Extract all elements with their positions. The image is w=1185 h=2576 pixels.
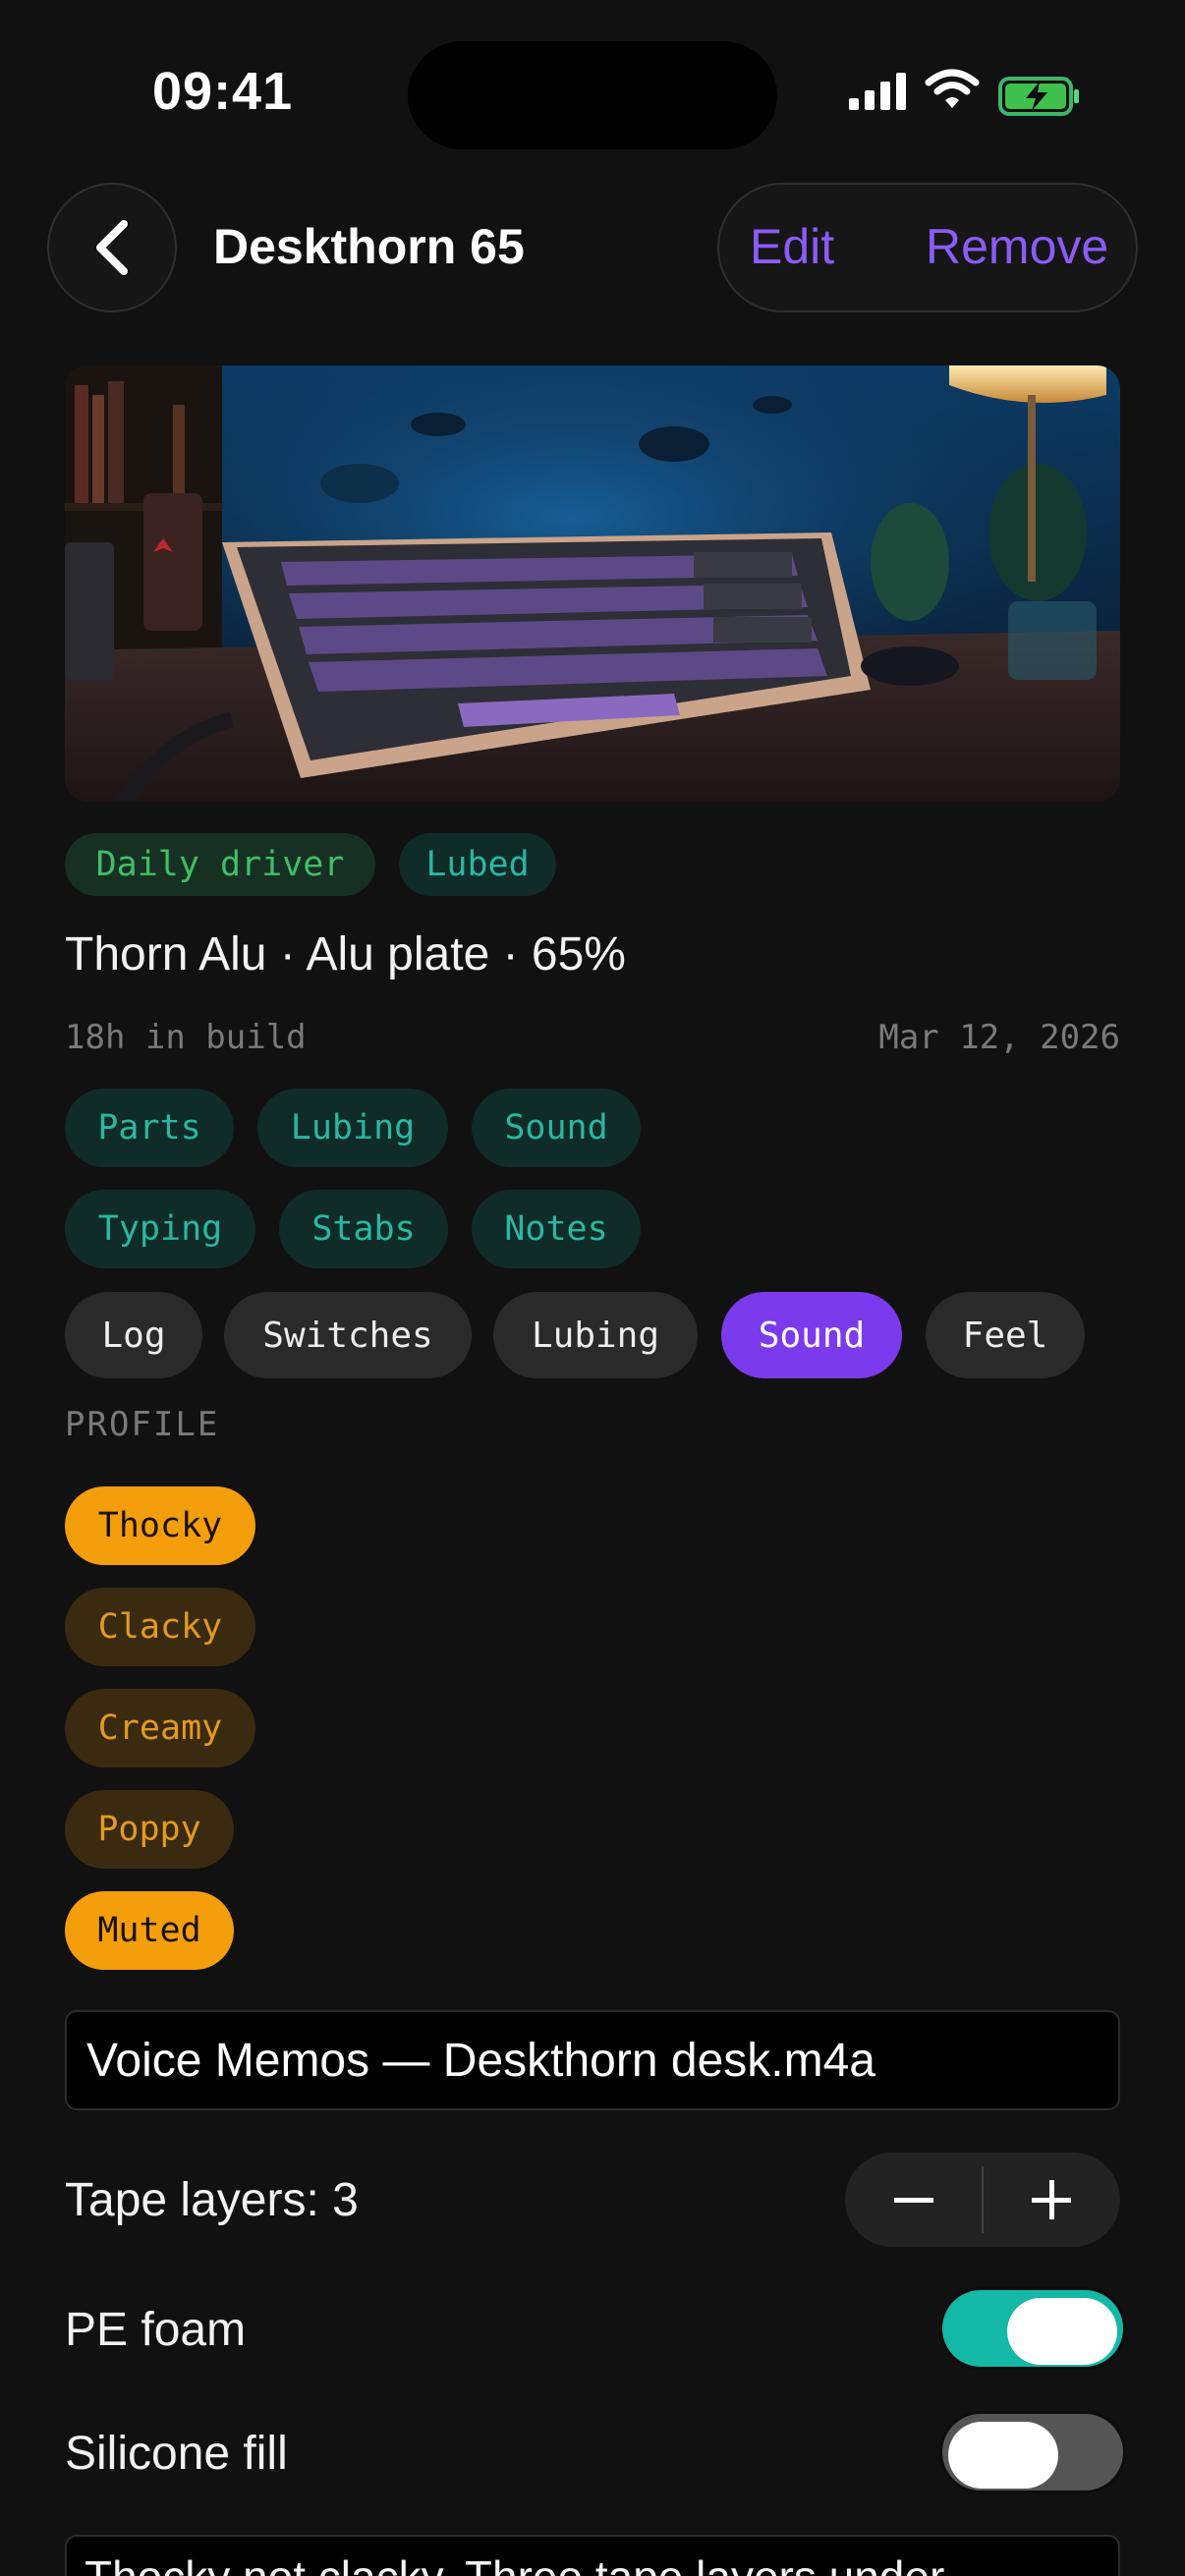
dynamic-island [408, 41, 777, 149]
pe-foam-toggle[interactable] [939, 2287, 1126, 2370]
build-subtitle: Thorn Alu · Alu plate · 65% [65, 928, 626, 980]
tab-sound[interactable]: Sound [721, 1292, 902, 1378]
wifi-icon [925, 69, 980, 108]
cellular-signal-icon [849, 73, 906, 110]
increment-button[interactable] [983, 2153, 1120, 2247]
toggle-knob [1007, 2298, 1117, 2365]
silicone-fill-label: Silicone fill [65, 2428, 288, 2480]
minus-icon [894, 2198, 933, 2203]
page-title: Deskthorn 65 [213, 219, 525, 274]
tab-lubing[interactable]: Lubing [493, 1292, 698, 1378]
tape-layers-stepper [845, 2153, 1120, 2247]
category-parts[interactable]: Parts [65, 1089, 234, 1167]
silicone-fill-toggle[interactable] [939, 2411, 1126, 2493]
tab-feel[interactable]: Feel [926, 1292, 1085, 1378]
build-photo [65, 365, 1120, 802]
tab-log[interactable]: Log [65, 1292, 202, 1378]
category-sound[interactable]: Sound [472, 1089, 641, 1167]
decrement-button[interactable] [845, 2153, 983, 2247]
notes-field[interactable]: Thocky not clacky. Three tape layers und… [65, 2535, 1120, 2576]
build-date: Mar 12, 2026 [878, 1018, 1120, 1057]
chevron-left-icon [96, 220, 128, 275]
category-notes[interactable]: Notes [472, 1190, 641, 1268]
back-button[interactable] [47, 183, 177, 312]
toggle-knob [948, 2422, 1058, 2489]
remove-button[interactable]: Remove [926, 218, 1108, 275]
battery-charging-icon [998, 77, 1079, 116]
pe-foam-label: PE foam [65, 2304, 247, 2356]
profile-muted[interactable]: Muted [65, 1891, 234, 1970]
status-time: 09:41 [152, 62, 294, 121]
profile-clacky[interactable]: Clacky [65, 1588, 255, 1666]
plus-icon [1032, 2180, 1071, 2219]
build-hours: 18h in build [65, 1018, 307, 1057]
profile-creamy[interactable]: Creamy [65, 1689, 255, 1767]
profile-thocky[interactable]: Thocky [65, 1486, 255, 1565]
recording-field[interactable]: Voice Memos — Deskthorn desk.m4a [65, 2010, 1120, 2110]
category-lubing[interactable]: Lubing [257, 1089, 448, 1167]
tag-lubed: Lubed [399, 833, 556, 896]
category-typing[interactable]: Typing [65, 1190, 255, 1268]
tag-daily-driver: Daily driver [65, 833, 375, 896]
category-stabs[interactable]: Stabs [279, 1190, 448, 1268]
profile-label: PROFILE [65, 1405, 220, 1444]
tape-layers-label: Tape layers: 3 [65, 2174, 359, 2226]
profile-poppy[interactable]: Poppy [65, 1790, 234, 1869]
edit-button[interactable]: Edit [750, 218, 834, 275]
tab-switches[interactable]: Switches [224, 1292, 472, 1378]
